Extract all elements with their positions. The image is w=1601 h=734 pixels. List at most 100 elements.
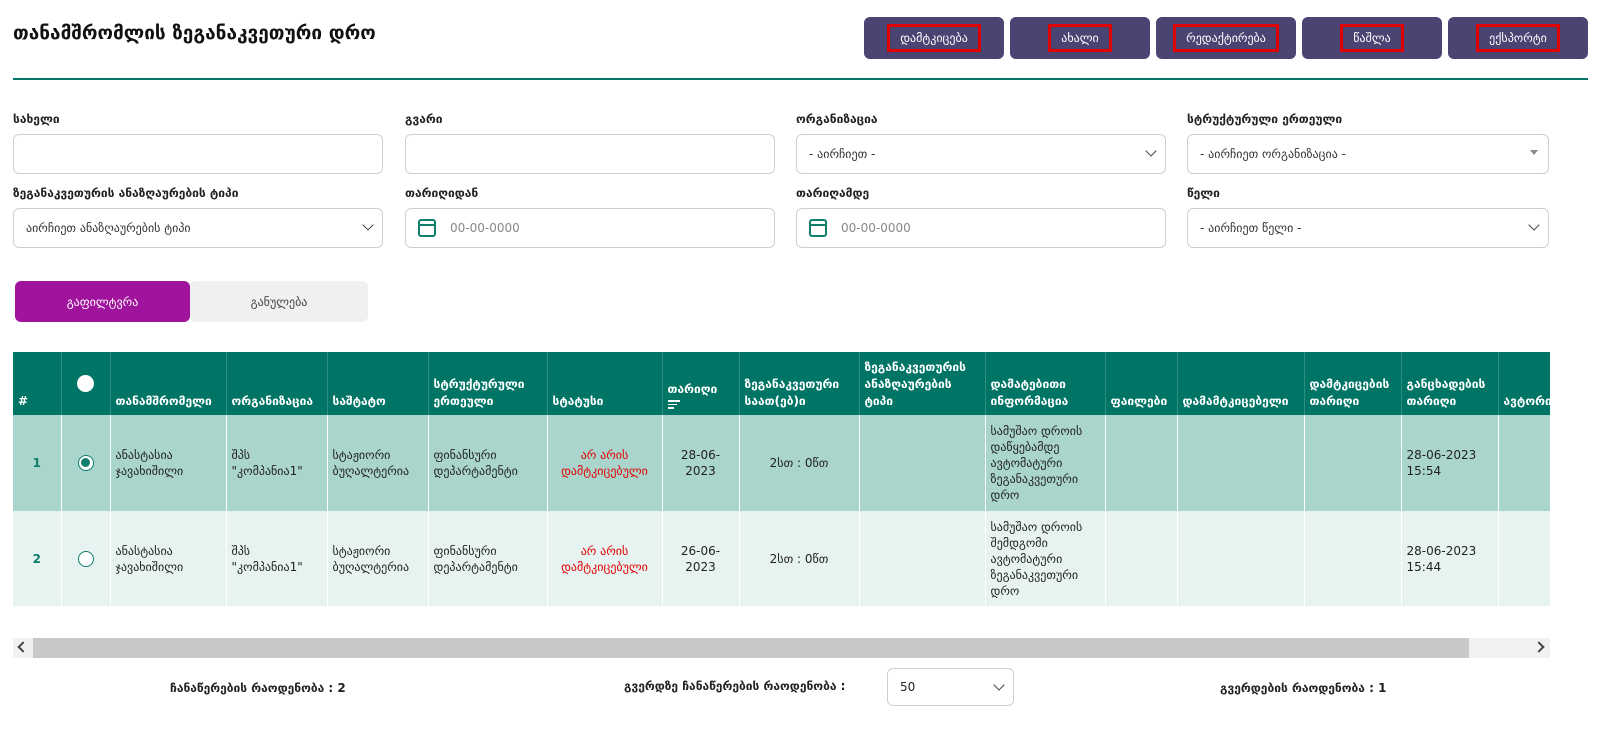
organization-select[interactable]: - აირჩიეთ - — [796, 134, 1166, 174]
col-date[interactable]: თარიღი — [662, 352, 740, 415]
row-hours: 2სთ : 0წთ — [739, 415, 860, 511]
row-approver — [1177, 415, 1305, 511]
row-num: 2 — [13, 511, 62, 606]
col-organization[interactable]: ორგანიზაცია — [226, 352, 328, 415]
reset-button[interactable]: განულება — [190, 281, 368, 322]
row-files — [1105, 511, 1178, 606]
row-date: 26-06-2023 — [662, 511, 740, 606]
overtime-table: # თანამშრომელი ორგანიზაცია საშტატო სტრუქ… — [13, 352, 1550, 607]
col-unit[interactable]: სტრუქტურული ერთეული — [428, 352, 548, 415]
per-page-label: გვერდზე ჩანაწერების რაოდენობა : — [624, 679, 846, 693]
row-num: 1 — [13, 415, 62, 511]
date-to-filter: თარიღამდე 00-00-0000 — [796, 186, 1166, 248]
first-name-label: სახელი — [13, 112, 60, 126]
sort-icon[interactable] — [667, 400, 680, 410]
last-name-label: გვარი — [405, 112, 443, 126]
row-select-cell[interactable] — [61, 415, 111, 511]
table-header-row: # თანამშრომელი ორგანიზაცია საშტატო სტრუქ… — [13, 352, 1550, 415]
row-hours: 2სთ : 0წთ — [739, 511, 860, 606]
chevron-down-icon — [362, 219, 374, 231]
col-approve-date[interactable]: დამტკიცების თარიღი — [1304, 352, 1402, 415]
select-all-radio[interactable] — [77, 374, 94, 392]
col-employee[interactable]: თანამშრომელი — [110, 352, 227, 415]
edit-button-label: რედაქტირება — [1173, 24, 1279, 52]
chevron-down-icon — [1145, 145, 1157, 157]
last-name-input[interactable] — [405, 134, 775, 174]
col-num: # — [13, 352, 62, 415]
calendar-icon — [809, 219, 827, 237]
pages-count: გვერდების რაოდენობა : 1 — [1220, 681, 1387, 695]
date-to-placeholder: 00-00-0000 — [841, 221, 911, 235]
per-page-value: 50 — [900, 680, 916, 694]
col-author[interactable]: ავტორი — [1498, 352, 1550, 415]
year-filter: წელი - აირჩიეთ წელი - — [1187, 186, 1549, 248]
date-from-label: თარიღიდან — [405, 186, 479, 200]
calendar-icon — [418, 219, 436, 237]
unit-label: სტრუქტურული ერთეული — [1187, 112, 1343, 126]
row-comp-type — [859, 415, 986, 511]
row-app-date: 28-06-2023 15:44 — [1401, 511, 1499, 606]
col-app-date[interactable]: განცხადების თარიღი — [1401, 352, 1499, 415]
comp-type-label: ზეგანაკვეთურის ანაზღაურების ტიპი — [13, 186, 239, 200]
row-approve-date — [1304, 415, 1402, 511]
col-comp-type[interactable]: ზეგანაკვეთურის ანაზღაურების ტიპი — [859, 352, 986, 415]
date-from-filter: თარიღიდან 00-00-0000 — [405, 186, 775, 248]
organization-filter: ორგანიზაცია - აირჩიეთ - — [796, 112, 1166, 174]
scroll-right-icon[interactable] — [1533, 641, 1545, 653]
chevron-down-icon — [1528, 219, 1540, 231]
table-row[interactable]: 1 ანასტასია ჯავახიშილი შპს "კომპანია1" ს… — [13, 415, 1550, 511]
row-info: სამუშაო დროის შემდგომი ავტომატური ზეგანა… — [985, 511, 1106, 606]
year-select[interactable]: - აირჩიეთ წელი - — [1187, 208, 1549, 248]
comp-type-select[interactable]: აირჩიეთ ანაზღაურების ტიპი — [13, 208, 383, 248]
horizontal-scrollbar[interactable] — [13, 638, 1550, 658]
header-divider — [13, 78, 1588, 80]
row-select-radio[interactable] — [77, 455, 94, 471]
row-select-radio[interactable] — [77, 550, 94, 567]
delete-button-label: წაშლა — [1340, 24, 1404, 52]
comp-type-filter: ზეგანაკვეთურის ანაზღაურების ტიპი აირჩიეთ… — [13, 186, 383, 248]
new-button-label: ახალი — [1048, 24, 1112, 52]
first-name-filter: სახელი — [13, 112, 383, 174]
row-select-cell[interactable] — [61, 511, 111, 606]
row-status: არ არის დამტკიცებული — [547, 415, 663, 511]
row-files — [1105, 415, 1178, 511]
unit-filter: სტრუქტურული ერთეული - აირჩიეთ ორგანიზაცი… — [1187, 112, 1549, 174]
first-name-input[interactable] — [13, 134, 383, 174]
export-button-label: ექსპორტი — [1476, 24, 1560, 52]
per-page-select[interactable]: 50 — [887, 668, 1014, 706]
col-hours[interactable]: ზეგანაკვეთური საათ(ებ)ი — [739, 352, 860, 415]
row-organization: შპს "კომპანია1" — [226, 511, 328, 606]
col-info[interactable]: დამატებითი ინფორმაცია — [985, 352, 1106, 415]
col-position[interactable]: საშტატო — [327, 352, 429, 415]
last-name-filter: გვარი — [405, 112, 775, 174]
scroll-left-icon[interactable] — [17, 641, 29, 653]
row-unit: ფინანსური დეპარტამენტი — [428, 511, 548, 606]
row-unit: ფინანსური დეპარტამენტი — [428, 415, 548, 511]
unit-select[interactable]: - აირჩიეთ ორგანიზაცია - — [1187, 134, 1549, 174]
scrollbar-thumb[interactable] — [33, 638, 1469, 658]
col-select[interactable] — [61, 352, 111, 415]
col-files[interactable]: ფაილები — [1105, 352, 1178, 415]
filter-button[interactable]: გაფილტვრა — [15, 281, 190, 322]
date-from-input[interactable]: 00-00-0000 — [405, 208, 775, 248]
row-app-date: 28-06-2023 15:54 — [1401, 415, 1499, 511]
comp-type-select-value: აირჩიეთ ანაზღაურების ტიპი — [26, 221, 191, 235]
caret-down-icon — [1530, 150, 1538, 155]
approve-button[interactable]: დამტკიცება — [864, 17, 1004, 59]
row-status: არ არის დამტკიცებული — [547, 511, 663, 606]
edit-button[interactable]: რედაქტირება — [1156, 17, 1296, 59]
date-to-input[interactable]: 00-00-0000 — [796, 208, 1166, 248]
page-title: თანამშრომლის ზეგანაკვეთური დრო — [13, 22, 376, 44]
col-approver[interactable]: დამამტკიცებელი — [1177, 352, 1305, 415]
row-position: სტაჟიორი ბუღალტერია — [327, 415, 429, 511]
table-row[interactable]: 2 ანასტასია ჯავახიშილი შპს "კომპანია1" ს… — [13, 511, 1550, 606]
new-button[interactable]: ახალი — [1010, 17, 1150, 59]
row-approver — [1177, 511, 1305, 606]
row-organization: შპს "კომპანია1" — [226, 415, 328, 511]
col-status[interactable]: სტატუსი — [547, 352, 663, 415]
delete-button[interactable]: წაშლა — [1302, 17, 1442, 59]
date-to-label: თარიღამდე — [796, 186, 870, 200]
export-button[interactable]: ექსპორტი — [1448, 17, 1588, 59]
row-employee: ანასტასია ჯავახიშილი — [110, 511, 227, 606]
chevron-down-icon — [993, 679, 1005, 691]
